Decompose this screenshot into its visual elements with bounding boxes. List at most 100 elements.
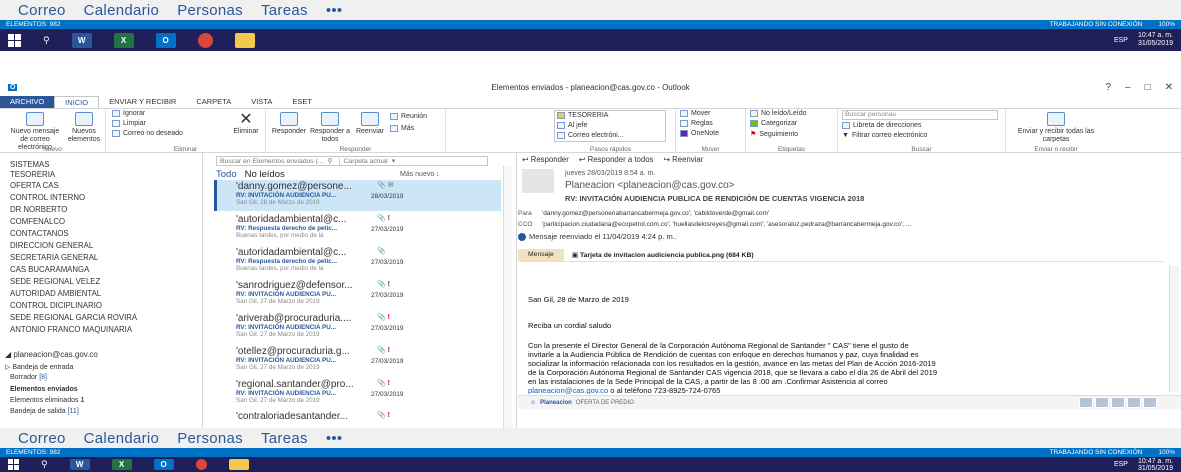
more-reply-button[interactable]: Más xyxy=(390,125,414,132)
to-recipients[interactable]: 'danny.gomez@personeriabarrancabermeja.g… xyxy=(542,210,769,217)
mail-search-input[interactable]: Buscar en Elementos enviados (... ⚲ Carp… xyxy=(216,156,488,166)
excel-icon[interactable]: X xyxy=(111,459,132,470)
minimize-button[interactable]: – xyxy=(1125,82,1131,93)
nav-calendar[interactable]: Calendario xyxy=(84,430,160,447)
tab-vista[interactable]: VISTA xyxy=(241,96,282,108)
ignore-button[interactable]: Ignorar xyxy=(112,110,145,117)
outbox-folder[interactable]: Bandeja de salida [11] xyxy=(10,408,79,415)
tab-eset[interactable]: ESET xyxy=(282,96,322,108)
list-item[interactable]: 'sanrodriguez@defensor... RV: INVITACIÓN… xyxy=(214,279,501,310)
help-button[interactable]: ? xyxy=(1105,82,1111,93)
message-sender[interactable]: Planeacion <planeacion@cas.gov.co> xyxy=(565,180,735,191)
followup-button[interactable]: ⚑ Seguimiento xyxy=(750,130,798,139)
nav-more[interactable]: ••• xyxy=(326,2,343,19)
folder-item[interactable]: ANTONIO FRANCO MAQUINARIA xyxy=(10,325,132,334)
reply-button[interactable]: Responder xyxy=(270,112,308,136)
chrome-icon[interactable] xyxy=(195,459,207,470)
bcc-recipients[interactable]: 'participacion.ciudadana@ecopetrol.com.c… xyxy=(542,221,911,228)
avatar[interactable] xyxy=(1127,397,1141,408)
search-icon[interactable]: ⚲ xyxy=(328,157,333,165)
avatar[interactable] xyxy=(1079,397,1093,408)
address-book-button[interactable]: Libreta de direcciones xyxy=(842,122,922,129)
folder-item[interactable]: OFERTA CAS xyxy=(10,181,59,190)
language-indicator[interactable]: ESP xyxy=(1114,37,1128,44)
message-tab[interactable]: Mensaje xyxy=(518,249,564,261)
reply-all-button[interactable]: Responder a todos xyxy=(308,112,352,144)
rules-button[interactable]: Reglas xyxy=(680,120,713,127)
folder-item[interactable]: SEDE REGIONAL VELEZ xyxy=(10,277,100,286)
nav-calendar[interactable]: Calendario xyxy=(84,2,160,19)
move-button[interactable]: Mover xyxy=(680,110,710,117)
folder-item[interactable]: SECRETARIA GENERAL xyxy=(10,253,98,262)
folder-item[interactable]: COMFENALCO xyxy=(10,217,65,226)
word-icon[interactable]: W xyxy=(69,459,90,470)
reader-reply-all-button[interactable]: ↩ Responder a todos xyxy=(579,155,654,164)
nav-mail[interactable]: Correo xyxy=(18,2,66,19)
tab-carpeta[interactable]: CARPETA xyxy=(186,96,241,108)
windows-start-icon[interactable] xyxy=(8,459,19,470)
meeting-button[interactable]: Reunión xyxy=(390,113,427,120)
excel-icon[interactable]: X xyxy=(113,32,134,48)
folder-item[interactable]: TESORERIA xyxy=(10,170,55,179)
file-explorer-icon[interactable] xyxy=(228,459,249,470)
folder-item[interactable]: CAS BUCARAMANGA xyxy=(10,265,89,274)
avatar[interactable] xyxy=(1095,397,1109,408)
inbox-folder[interactable]: ▷ Bandeja de entrada xyxy=(5,363,73,371)
nav-tasks[interactable]: Tareas xyxy=(261,430,308,447)
filter-unread[interactable]: No leídos xyxy=(245,169,285,180)
unread-button[interactable]: No leído/Leído xyxy=(750,110,807,117)
search-scope[interactable]: Carpeta actual xyxy=(338,157,388,165)
zoom-level[interactable]: 100% xyxy=(1158,21,1175,28)
chevron-down-icon[interactable]: ▾ xyxy=(392,157,395,165)
list-scrollbar[interactable] xyxy=(503,166,512,428)
tab-archivo[interactable]: ARCHIVO xyxy=(0,96,55,108)
folder-item[interactable]: DIRECCION GENERAL xyxy=(10,241,93,250)
folder-item[interactable]: SISTEMAS xyxy=(10,160,49,169)
people-search-input[interactable]: Buscar personas xyxy=(842,110,998,120)
quick-step-tesoreria[interactable]: TESORERIA xyxy=(557,112,608,119)
list-item[interactable]: 'ariverab@procuraduria.... RV: INVITACIÓ… xyxy=(214,312,501,343)
nav-mail[interactable]: Correo xyxy=(18,430,66,447)
folder-item[interactable]: SEDE REGIONAL GARCIA ROVIRA xyxy=(10,313,137,322)
new-items-button[interactable]: Nuevos elementos xyxy=(64,112,104,144)
account-header[interactable]: ◢ planeacion@cas.gov.co xyxy=(5,350,98,359)
zoom-level[interactable]: 100% xyxy=(1158,449,1175,456)
tab-inicio[interactable]: INICIO xyxy=(54,96,100,108)
folder-item[interactable]: AUTORIDAD AMBIENTAL xyxy=(10,289,101,298)
email-link[interactable]: planeacion@cas.gov.co xyxy=(528,386,608,394)
sent-folder[interactable]: Elementos enviados xyxy=(10,386,78,393)
folder-item[interactable]: CONTROL INTERNO xyxy=(10,193,85,202)
outlook-icon[interactable]: O xyxy=(153,459,174,470)
folder-item[interactable]: CONTROL DICIPLINARIO xyxy=(10,301,102,310)
filter-all[interactable]: Todo xyxy=(216,169,237,180)
sort-newest[interactable]: Más nuevo ↓ xyxy=(400,171,440,178)
send-receive-all-button[interactable]: Enviar y recibir todas las carpetas xyxy=(1016,112,1096,144)
nav-people[interactable]: Personas xyxy=(177,430,243,447)
people-name[interactable]: Planeacion xyxy=(540,400,572,406)
quick-step-email[interactable]: Correo electróni... xyxy=(557,132,624,139)
junk-button[interactable]: Correo no deseado xyxy=(112,130,183,137)
clean-button[interactable]: Limpiar xyxy=(112,120,146,127)
drafts-folder[interactable]: Borrador [8] xyxy=(10,374,47,381)
deleted-folder[interactable]: Elementos eliminados 1 xyxy=(10,397,84,404)
folder-item[interactable]: CONTACTANOS xyxy=(10,229,69,238)
list-item[interactable]: 'autoridadambiental@c... RV: Respuesta d… xyxy=(214,246,501,277)
quick-steps-gallery[interactable]: TESORERIA Al jefe Correo electróni... xyxy=(554,110,666,142)
list-item[interactable]: 'contraloriadesantander... 📎 ! xyxy=(214,410,501,428)
list-item[interactable]: 'danny.gomez@persone... RV: INVITACIÓN A… xyxy=(214,180,501,211)
chrome-icon[interactable] xyxy=(197,32,213,48)
nav-more[interactable]: ••• xyxy=(326,430,343,447)
delete-button[interactable]: ✕ Eliminar xyxy=(228,112,264,136)
attachment-file[interactable]: ▣ Tarjeta de invitacion audiciencia publ… xyxy=(564,251,762,259)
maximize-button[interactable]: □ xyxy=(1145,82,1151,93)
list-item[interactable]: 'regional.santander@pro... RV: INVITACIÓ… xyxy=(214,378,501,409)
search-icon[interactable]: ⚲ xyxy=(43,35,50,46)
close-button[interactable]: ✕ xyxy=(1165,82,1173,93)
categorize-button[interactable]: Categorizar xyxy=(750,120,797,127)
outlook-icon[interactable]: O xyxy=(155,32,176,48)
search-icon[interactable]: ⚲ xyxy=(41,459,48,470)
windows-start-icon[interactable] xyxy=(8,33,21,47)
reader-scrollbar[interactable] xyxy=(1169,266,1179,392)
tab-enviar-recibir[interactable]: ENVIAR Y RECIBIR xyxy=(99,96,186,108)
language-indicator[interactable]: ESP xyxy=(1114,461,1128,468)
